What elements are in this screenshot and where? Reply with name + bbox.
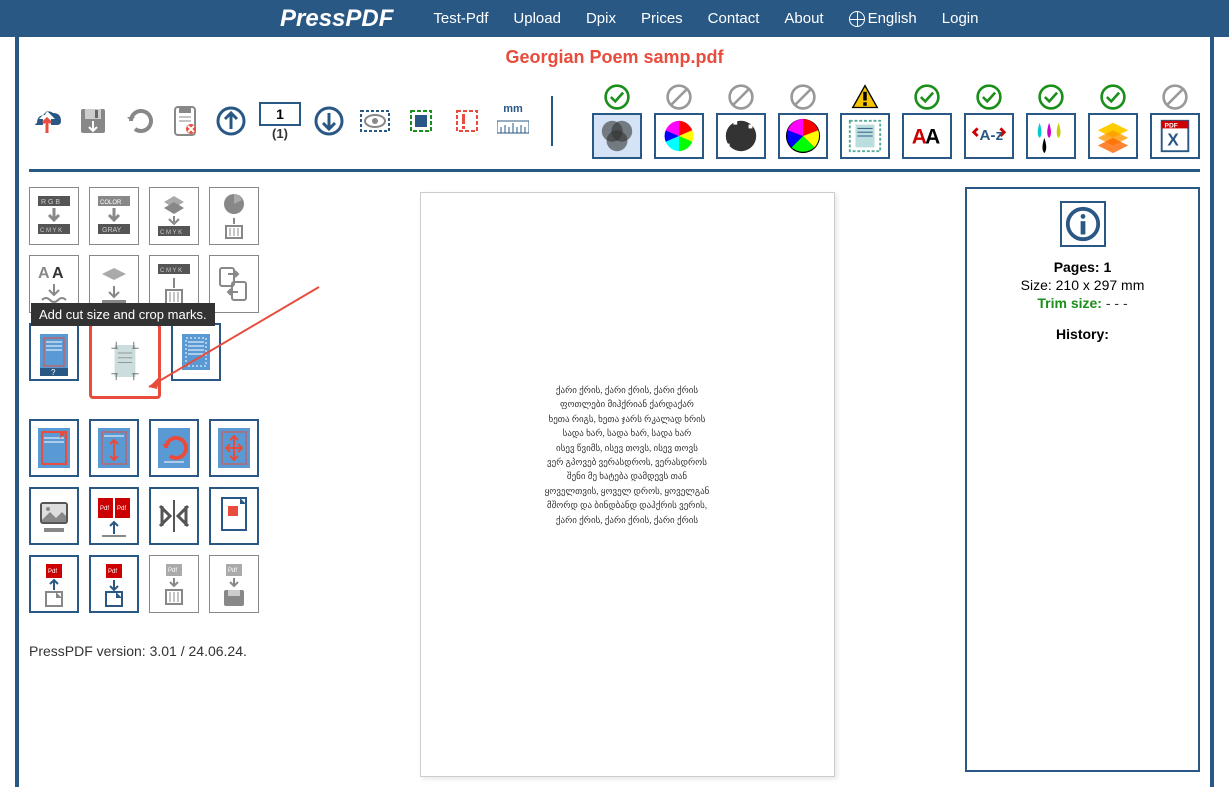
nav-test-pdf[interactable]: Test-Pdf bbox=[433, 10, 488, 27]
tool-rgb-to-cmyk[interactable]: R G B C M Y K bbox=[29, 187, 79, 245]
preview-panel: ქარი ქრის, ქარი ქრის, ქარი ქრის ფოთლები … bbox=[304, 187, 950, 777]
nav-language[interactable]: English bbox=[849, 10, 917, 27]
alert-select-button[interactable] bbox=[449, 103, 485, 139]
tool-pdf-delete[interactable]: Pdf bbox=[149, 555, 199, 613]
nav-about[interactable]: About bbox=[784, 10, 823, 27]
svg-text:Pdf: Pdf bbox=[117, 506, 126, 512]
svg-text:R G B: R G B bbox=[41, 199, 60, 206]
svg-text:GRAY: GRAY bbox=[102, 227, 122, 234]
app-logo[interactable]: PressPDF bbox=[280, 5, 393, 33]
svg-text:A-z: A-z bbox=[980, 127, 1004, 144]
nav-upload[interactable]: Upload bbox=[513, 10, 561, 27]
info-trim: Trim size: - - - bbox=[979, 295, 1186, 311]
svg-text:Pdf: Pdf bbox=[100, 506, 109, 512]
status-inks[interactable] bbox=[1026, 83, 1076, 159]
upload-button[interactable] bbox=[29, 103, 65, 139]
tool-crop-cut[interactable] bbox=[29, 419, 79, 477]
svg-text:COLOR: COLOR bbox=[100, 200, 122, 206]
status-fonts[interactable]: AA bbox=[902, 83, 952, 159]
svg-text:C M Y K: C M Y K bbox=[40, 228, 62, 234]
right-border bbox=[1210, 37, 1214, 787]
filename-label: Georgian Poem samp.pdf bbox=[505, 47, 723, 67]
workspace: R G B C M Y K COLOR GRAY C M Y K AA C M Y … bbox=[19, 177, 1210, 787]
tool-color-to-gray[interactable]: COLOR GRAY bbox=[89, 187, 139, 245]
svg-text:Pdf: Pdf bbox=[168, 568, 177, 574]
svg-text:Pdf: Pdf bbox=[108, 569, 117, 575]
info-history: History: bbox=[979, 326, 1186, 342]
svg-text:C M Y K: C M Y K bbox=[160, 268, 182, 274]
tool-delete-profile[interactable] bbox=[209, 187, 259, 245]
page-input[interactable] bbox=[259, 102, 301, 126]
next-page-button[interactable] bbox=[311, 103, 347, 139]
svg-text:Pdf: Pdf bbox=[228, 568, 237, 574]
status-colorspace[interactable] bbox=[592, 83, 642, 159]
tools-panel: R G B C M Y K COLOR GRAY C M Y K AA C M Y … bbox=[29, 187, 289, 777]
svg-text:?: ? bbox=[51, 368, 56, 376]
tool-image[interactable] bbox=[29, 487, 79, 545]
tool-pdf-insert[interactable]: Pdf bbox=[29, 555, 79, 613]
svg-text:A: A bbox=[52, 265, 64, 282]
preview-button[interactable] bbox=[357, 103, 393, 139]
tool-pdf-save[interactable]: Pdf bbox=[209, 555, 259, 613]
status-colorwheel[interactable] bbox=[654, 83, 704, 159]
status-toolbar: AA A-z PDF X bbox=[592, 83, 1200, 159]
select-button[interactable] bbox=[403, 103, 439, 139]
tool-resize-all[interactable] bbox=[209, 419, 259, 477]
status-text[interactable]: A-z bbox=[964, 83, 1014, 159]
svg-text:PDF: PDF bbox=[1165, 122, 1178, 129]
status-layers[interactable] bbox=[1088, 83, 1138, 159]
tool-crop-lines[interactable] bbox=[171, 323, 221, 381]
tooltip: Add cut size and crop marks. bbox=[31, 303, 215, 326]
svg-text:A: A bbox=[925, 126, 940, 149]
toolbar: (1) mm bbox=[19, 78, 1210, 164]
tool-rotate[interactable] bbox=[149, 419, 199, 477]
info-size: Size: 210 x 297 mm bbox=[979, 277, 1186, 293]
version-label: PressPDF version: 3.01 / 24.06.24. bbox=[29, 643, 289, 659]
svg-text:X: X bbox=[1167, 131, 1179, 150]
tool-crop-query[interactable]: Add cut size and crop marks. ? bbox=[29, 323, 79, 381]
undo-button[interactable] bbox=[121, 103, 157, 139]
status-colorprofile[interactable] bbox=[778, 83, 828, 159]
nav-prices[interactable]: Prices bbox=[641, 10, 683, 27]
info-pages: Pages: 1 bbox=[979, 259, 1186, 275]
page-input-wrap: (1) bbox=[259, 102, 301, 141]
tool-resize-vertical[interactable] bbox=[89, 419, 139, 477]
toolbar-divider-line bbox=[29, 169, 1200, 172]
tool-copy-pages[interactable] bbox=[209, 255, 259, 313]
save-button[interactable] bbox=[75, 103, 111, 139]
filename-bar: Georgian Poem samp.pdf bbox=[19, 37, 1210, 78]
tool-compress[interactable] bbox=[149, 487, 199, 545]
app-header: PressPDF Test-Pdf Upload Dpix Prices Con… bbox=[0, 0, 1229, 37]
tool-place-image[interactable] bbox=[209, 487, 259, 545]
prev-page-button[interactable] bbox=[213, 103, 249, 139]
nav-menu: Test-Pdf Upload Dpix Prices Contact Abou… bbox=[433, 10, 978, 27]
nav-dpix[interactable]: Dpix bbox=[586, 10, 616, 27]
nav-login[interactable]: Login bbox=[942, 10, 979, 27]
page-preview[interactable]: ქარი ქრის, ქარი ქრის, ქარი ქრის ფოთლები … bbox=[420, 192, 835, 777]
info-box: Pages: 1 Size: 210 x 297 mm Trim size: -… bbox=[965, 187, 1200, 772]
info-panel: Pages: 1 Size: 210 x 297 mm Trim size: -… bbox=[965, 187, 1200, 777]
status-pdfx[interactable]: PDF X bbox=[1150, 83, 1200, 159]
svg-text:Pdf: Pdf bbox=[48, 569, 57, 575]
svg-text:A: A bbox=[38, 265, 50, 282]
tool-add-crop-marks[interactable] bbox=[89, 323, 161, 399]
svg-text:C M Y K: C M Y K bbox=[160, 230, 182, 236]
nav-contact[interactable]: Contact bbox=[708, 10, 760, 27]
clear-button[interactable] bbox=[167, 103, 203, 139]
info-icon bbox=[1060, 201, 1106, 247]
tool-pdf-split[interactable]: Pdf Pdf bbox=[89, 487, 139, 545]
page-total: (1) bbox=[259, 126, 301, 141]
toolbar-divider bbox=[551, 96, 553, 146]
tool-pdf-extract[interactable]: Pdf bbox=[89, 555, 139, 613]
tool-convert-cmyk[interactable]: C M Y K bbox=[149, 187, 199, 245]
status-trimbox[interactable] bbox=[840, 83, 890, 159]
globe-icon bbox=[849, 11, 865, 27]
status-resolution[interactable] bbox=[716, 83, 766, 159]
poem-text: ქარი ქრის, ქარი ქრის, ქარი ქრის ფოთლები … bbox=[481, 383, 774, 527]
mm-ruler-button[interactable]: mm bbox=[495, 103, 531, 139]
